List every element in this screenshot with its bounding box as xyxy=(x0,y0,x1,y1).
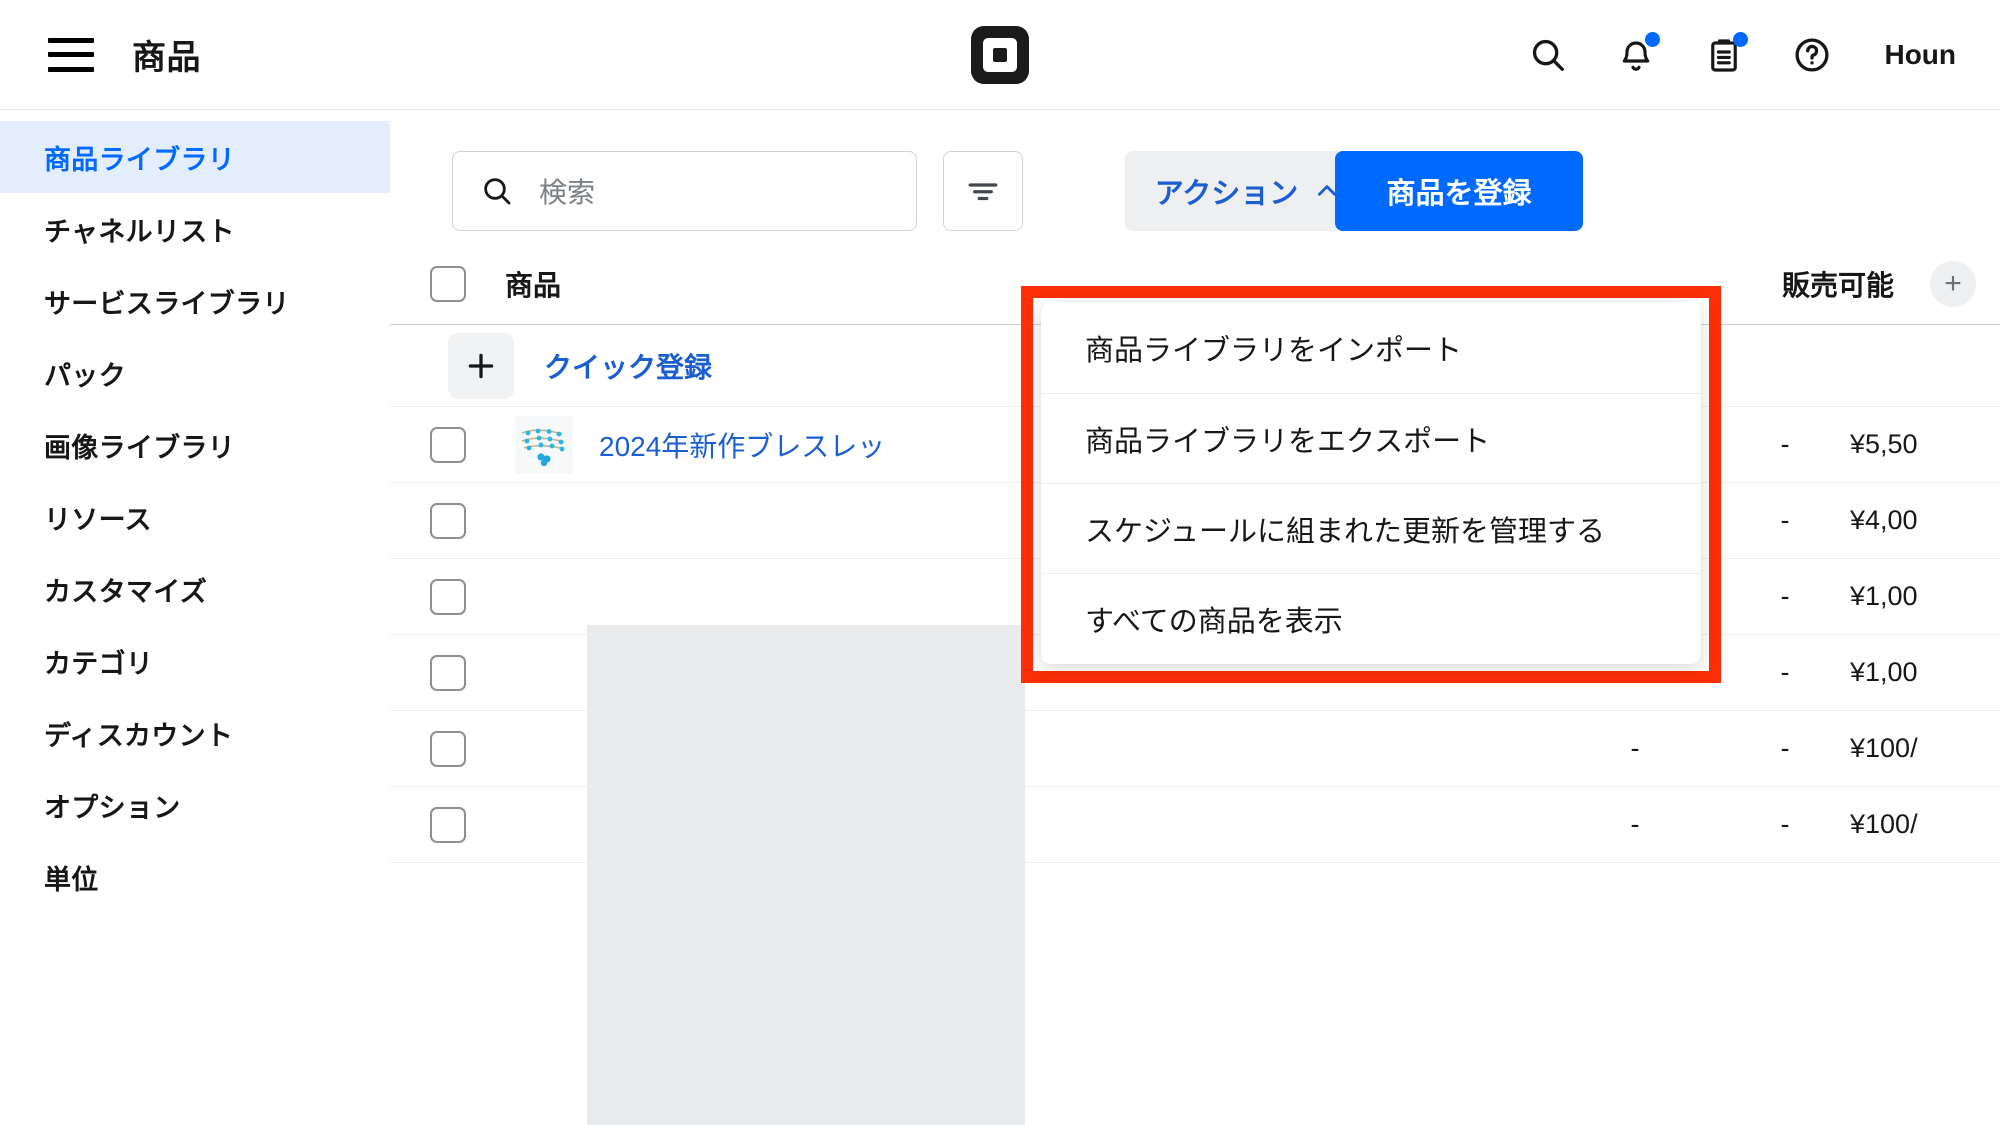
action-dropdown-menu: 商品ライブラリをインポート 商品ライブラリをエクスポート スケジュールに組まれた… xyxy=(1041,302,1701,664)
clipboard-icon[interactable] xyxy=(1702,33,1746,77)
menu-item-show-all-products[interactable]: すべての商品を表示 xyxy=(1041,573,1701,663)
bracelet-thumbnail xyxy=(515,416,573,474)
sidebar-item-image-library[interactable]: 画像ライブラリ xyxy=(0,409,390,481)
cell-price: ¥5,50 xyxy=(1850,429,2000,460)
add-column-icon[interactable]: + xyxy=(1930,261,1976,307)
quick-add-label[interactable]: クイック登録 xyxy=(544,346,712,386)
cell-stock: - xyxy=(1550,809,1720,840)
hamburger-icon[interactable] xyxy=(48,38,94,72)
logo-mid-square xyxy=(983,38,1017,72)
cell-available: - xyxy=(1720,809,1850,840)
row-select-cell xyxy=(390,655,505,691)
help-icon[interactable] xyxy=(1790,33,1834,77)
row-checkbox[interactable] xyxy=(430,655,466,691)
hamburger-bar xyxy=(48,52,94,57)
bell-badge-dot xyxy=(1645,32,1660,47)
logo-outer-square xyxy=(971,26,1029,84)
sidebar-item-pack[interactable]: パック xyxy=(0,337,390,409)
sidebar-item-discount[interactable]: ディスカウント xyxy=(0,697,390,769)
sidebar-item-customize[interactable]: カスタマイズ xyxy=(0,553,390,625)
row-select-cell xyxy=(390,579,505,615)
search-placeholder: 検索 xyxy=(539,171,595,211)
column-header-product: 商品 xyxy=(505,264,561,304)
header-actions: Houn xyxy=(1526,0,1956,110)
search-icon[interactable] xyxy=(1526,33,1570,77)
cell-available: - xyxy=(1720,505,1850,536)
logo-inner-square xyxy=(993,48,1007,62)
sidebar-item-resource[interactable]: リソース xyxy=(0,481,390,553)
row-checkbox[interactable] xyxy=(430,579,466,615)
register-product-label: 商品を登録 xyxy=(1386,170,1531,212)
row-checkbox[interactable] xyxy=(430,503,466,539)
top-header: 商品 xyxy=(0,0,2000,110)
row-checkbox[interactable] xyxy=(430,807,466,843)
clipboard-badge-dot xyxy=(1733,32,1748,47)
sidebar-item-unit[interactable]: 単位 xyxy=(0,841,390,913)
column-header-available: 販売可能 xyxy=(1782,264,1894,304)
user-menu[interactable]: Houn xyxy=(1884,39,1956,71)
page-title: 商品 xyxy=(132,30,201,79)
menu-item-export-library[interactable]: 商品ライブラリをエクスポート xyxy=(1041,393,1701,483)
action-dropdown-button[interactable]: アクション xyxy=(1125,151,1370,231)
cell-price: ¥4,00 xyxy=(1850,505,2000,536)
row-select-cell xyxy=(390,427,505,463)
register-product-button[interactable]: 商品を登録 xyxy=(1335,151,1583,231)
menu-item-manage-scheduled-updates[interactable]: スケジュールに組まれた更新を管理する xyxy=(1041,483,1701,573)
select-all-checkbox[interactable] xyxy=(430,266,466,302)
cell-available: - xyxy=(1720,733,1850,764)
cell-price: ¥100/ xyxy=(1850,809,2000,840)
product-name-link[interactable]: 2024年新作ブレスレッ xyxy=(599,425,885,465)
cell-stock: - xyxy=(1550,733,1720,764)
table-header-right: 販売可能 + xyxy=(1782,243,2000,325)
cell-available: - xyxy=(1720,429,1850,460)
filter-button[interactable] xyxy=(943,151,1023,231)
row-select-cell xyxy=(390,731,505,767)
row-checkbox[interactable] xyxy=(430,731,466,767)
row-values: - - ¥100/ xyxy=(1550,787,2000,862)
select-all-cell xyxy=(390,266,505,302)
sidebar-item-channel-list[interactable]: チャネルリスト xyxy=(0,193,390,265)
search-input[interactable]: 検索 xyxy=(452,151,917,231)
toolbar: 検索 アクション 商品を登録 xyxy=(390,111,2000,243)
square-logo xyxy=(971,26,1029,84)
hamburger-bar xyxy=(48,38,94,43)
sidebar-item-service-library[interactable]: サービスライブラリ xyxy=(0,265,390,337)
menu-item-import-library[interactable]: 商品ライブラリをインポート xyxy=(1041,303,1701,393)
action-button-label: アクション xyxy=(1155,170,1299,212)
cell-available: - xyxy=(1720,581,1850,612)
row-checkbox[interactable] xyxy=(430,427,466,463)
row-select-cell xyxy=(390,503,505,539)
cell-price: ¥100/ xyxy=(1850,733,2000,764)
cell-available: - xyxy=(1720,657,1850,688)
row-select-cell xyxy=(390,807,505,843)
hamburger-bar xyxy=(48,67,94,72)
sidebar-item-option[interactable]: オプション xyxy=(0,769,390,841)
sidebar-item-product-library[interactable]: 商品ライブラリ xyxy=(0,121,390,193)
bracelet-image xyxy=(516,417,572,473)
cell-price: ¥1,00 xyxy=(1850,657,2000,688)
filter-icon xyxy=(965,173,1001,209)
bell-icon[interactable] xyxy=(1614,33,1658,77)
row-values: - - ¥100/ xyxy=(1550,711,2000,786)
sidebar-item-category[interactable]: カテゴリ xyxy=(0,625,390,697)
sidebar: 商品ライブラリ チャネルリスト サービスライブラリ パック 画像ライブラリ リソ… xyxy=(0,111,390,1125)
cell-price: ¥1,00 xyxy=(1850,581,2000,612)
plus-icon[interactable] xyxy=(448,333,514,399)
search-icon xyxy=(481,175,513,207)
loading-placeholder-block xyxy=(587,625,1025,1125)
